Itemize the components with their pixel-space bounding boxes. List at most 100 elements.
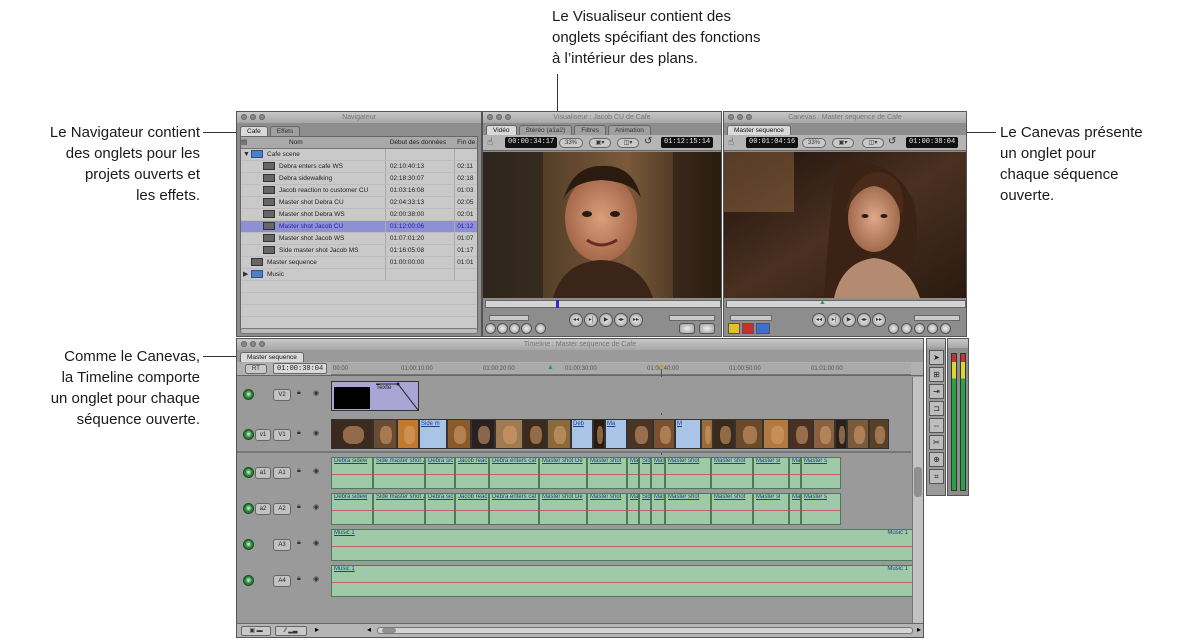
v1-clip[interactable] xyxy=(789,419,813,449)
disclosure-triangle-icon[interactable]: ▼ xyxy=(243,149,251,160)
column-media-end[interactable]: Fin de xyxy=(454,137,477,148)
close-icon[interactable] xyxy=(241,114,247,120)
canvas-current-timecode[interactable]: 01:00:38:04 xyxy=(906,137,959,148)
mark-clip-button[interactable] xyxy=(509,323,520,334)
generator-button[interactable] xyxy=(699,323,715,334)
viewer-scrubber[interactable] xyxy=(485,300,721,308)
audio-clip[interactable]: Master s xyxy=(801,457,841,489)
browser-row[interactable]: Master shot Jacob CU 01:12:00:06 01:12 xyxy=(241,221,477,233)
audio-clip[interactable]: Master shot De xyxy=(539,493,587,525)
close-icon[interactable] xyxy=(241,341,247,347)
prev-edit-button[interactable]: ◂◂ xyxy=(812,313,826,327)
canvas-view-popup[interactable]: ▣▾ xyxy=(832,138,854,148)
audio-clip[interactable]: Jacob reac xyxy=(455,457,489,489)
v1-clip[interactable] xyxy=(713,419,735,449)
match-frame-button[interactable] xyxy=(535,323,546,334)
canvas-shuttle[interactable] xyxy=(730,315,772,321)
audio-clip[interactable]: Debra enters caf xyxy=(489,457,539,489)
add-marker-button[interactable] xyxy=(927,323,938,334)
zoom-icon[interactable] xyxy=(746,114,752,120)
auto-select-icon[interactable]: ◉ xyxy=(313,389,319,397)
play-in-out-button[interactable]: ▸| xyxy=(584,313,598,327)
zoom-tool-icon[interactable]: ⊕ xyxy=(929,452,944,467)
prev-edit-button[interactable]: ◂◂ xyxy=(569,313,583,327)
canvas-duration[interactable]: 00:01:04:16 xyxy=(746,137,799,148)
mark-out-button[interactable] xyxy=(497,323,508,334)
v1-clip[interactable]: Deb xyxy=(571,419,593,449)
tab-filtres[interactable]: Filtres xyxy=(574,125,606,135)
audio-clip[interactable]: Debra sic xyxy=(425,457,455,489)
viewer-zoom-popup[interactable]: 33% xyxy=(559,138,583,148)
slip-tool-icon[interactable]: ⇔ xyxy=(929,418,944,433)
timeline-vscroll[interactable] xyxy=(912,377,923,623)
track-enable-icon[interactable]: ◉ xyxy=(243,503,254,514)
v1-clip[interactable]: M xyxy=(675,419,701,449)
audio-clip[interactable]: Side xyxy=(639,457,651,489)
canvas-jog[interactable] xyxy=(914,315,960,321)
v1-clip[interactable] xyxy=(593,419,605,449)
tab-video[interactable]: Vidéo xyxy=(486,125,517,135)
viewer-titlebar[interactable]: Visualiseur : Jacob CU de Cafe xyxy=(483,112,721,123)
edit-selection-tool-icon[interactable]: ⊞ xyxy=(929,367,944,382)
close-icon[interactable] xyxy=(728,114,734,120)
audio-clip[interactable]: Master shot xyxy=(665,493,711,525)
v1-clip[interactable] xyxy=(397,419,419,449)
viewer-video-frame[interactable] xyxy=(483,152,721,298)
browser-row[interactable]: ▶ Music xyxy=(241,269,477,281)
auto-select-icon[interactable]: ◉ xyxy=(313,539,319,547)
v1-clip[interactable] xyxy=(523,419,547,449)
tab-cafe[interactable]: Cafe xyxy=(240,126,268,136)
add-marker-button[interactable] xyxy=(521,323,532,334)
audio-clip[interactable]: Jacob reac xyxy=(455,493,489,525)
track-name[interactable]: V1 xyxy=(273,429,291,441)
v1-clip[interactable] xyxy=(471,419,495,449)
viewer-shuttle[interactable] xyxy=(489,315,529,321)
auto-select-icon[interactable]: ◉ xyxy=(313,575,319,583)
tab-master-sequence[interactable]: Master sequence xyxy=(240,352,304,362)
crop-tool-icon[interactable]: ⌗ xyxy=(929,469,944,484)
browser-titlebar[interactable]: Navigateur xyxy=(237,112,481,123)
scroll-thumb[interactable] xyxy=(382,628,396,633)
mark-in-button[interactable] xyxy=(888,323,899,334)
mark-out-button[interactable] xyxy=(901,323,912,334)
viewer-current-timecode[interactable]: 01:12:15:14 xyxy=(661,137,714,148)
tab-master-sequence[interactable]: Master sequence xyxy=(727,125,791,135)
scroll-thumb[interactable] xyxy=(914,467,922,497)
audio-clip[interactable]: Mas xyxy=(651,493,665,525)
auto-select-icon[interactable]: ◉ xyxy=(313,429,319,437)
minimize-icon[interactable] xyxy=(737,114,743,120)
v1-clip[interactable] xyxy=(847,419,869,449)
v1-clip[interactable] xyxy=(331,419,373,449)
v1-clip[interactable] xyxy=(835,419,847,449)
viewer-jog[interactable] xyxy=(669,315,715,321)
clip-overlays-button[interactable]: ▣ ▬ xyxy=(241,626,271,636)
v1-clip[interactable] xyxy=(701,419,713,449)
audio-clip[interactable]: Side xyxy=(639,493,651,525)
audio-clip[interactable]: Master s xyxy=(801,493,841,525)
v1-clip[interactable] xyxy=(763,419,789,449)
source-control[interactable]: v1 xyxy=(255,429,271,441)
timeline-current-timecode[interactable]: 01:00:38:04 xyxy=(273,363,328,374)
auto-select-icon[interactable]: ◉ xyxy=(313,503,319,511)
source-control[interactable]: a1 xyxy=(255,467,271,479)
selection-tool-icon[interactable]: ➤ xyxy=(929,350,944,365)
playhead-marker[interactable]: ▲ xyxy=(819,299,826,307)
canvas-scrubber[interactable]: ▲ xyxy=(726,299,966,308)
music-clip[interactable]: Music 1 Music 1 xyxy=(331,565,913,597)
lock-icon[interactable]: 🔒︎ xyxy=(297,539,301,547)
play-around-button[interactable]: ◂▸ xyxy=(614,313,628,327)
loop-icon[interactable]: ↺ xyxy=(644,136,652,147)
timeline-hscroll[interactable] xyxy=(377,627,913,634)
mark-clip-button[interactable] xyxy=(914,323,925,334)
minimize-icon[interactable] xyxy=(496,114,502,120)
audio-clip[interactable]: Mas xyxy=(627,457,639,489)
audio-clip[interactable]: Mas xyxy=(651,457,665,489)
v1-clip[interactable] xyxy=(653,419,675,449)
lock-icon[interactable]: 🔒︎ xyxy=(297,575,301,583)
browser-row[interactable]: Master sequence 01:00:00:00 01:01 xyxy=(241,257,477,269)
canvas-titlebar[interactable]: Canevas : Master sequence de Cafe xyxy=(724,112,966,123)
track-enable-icon[interactable]: ◉ xyxy=(243,575,254,586)
browser-row[interactable]: ▼ Cafe scene xyxy=(241,149,477,161)
zoom-icon[interactable] xyxy=(259,114,265,120)
disclosure-triangle-icon[interactable]: ▶ xyxy=(243,269,251,280)
